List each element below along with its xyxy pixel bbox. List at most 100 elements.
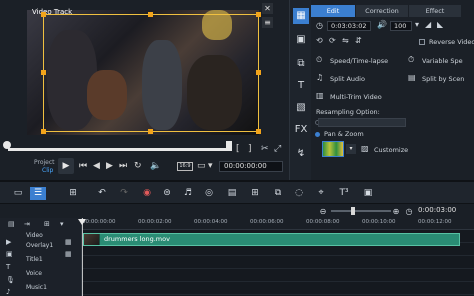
- flip-vertical-icon[interactable]: ⇵: [355, 36, 362, 45]
- volume-icon[interactable]: 🔈: [150, 161, 161, 171]
- track-manager-icon[interactable]: ⊞: [66, 187, 80, 200]
- volume-field[interactable]: 100: [390, 21, 412, 31]
- home-icon[interactable]: ⏮: [79, 161, 87, 171]
- record-capture-icon[interactable]: ◉: [141, 187, 153, 200]
- previous-frame-icon[interactable]: ◀: [93, 161, 100, 171]
- customize-label[interactable]: Customize: [374, 146, 408, 154]
- project-mode-label[interactable]: Project: [34, 159, 55, 166]
- variable-speed-label[interactable]: Variable Spe: [422, 57, 463, 65]
- crop-handle[interactable]: [256, 12, 261, 17]
- crop-handle[interactable]: [256, 70, 261, 75]
- reverse-video-checkbox[interactable]: [419, 39, 425, 45]
- pan-zoom-preset-thumbnail[interactable]: [322, 141, 344, 157]
- split-by-scene-label[interactable]: Split by Scen: [422, 75, 464, 83]
- title-lane[interactable]: [82, 256, 474, 269]
- chevron-down-icon[interactable]: ▾: [60, 220, 64, 228]
- split-clip-icon[interactable]: ✂: [261, 144, 269, 154]
- insert-track-icon[interactable]: ⇥: [24, 220, 30, 228]
- zoom-slider[interactable]: [331, 210, 391, 212]
- zoom-slider-thumb[interactable]: [351, 207, 355, 215]
- pan-zoom-radio[interactable]: [315, 132, 320, 137]
- variable-speed-icon[interactable]: ⏱: [408, 55, 414, 65]
- zoom-timecode[interactable]: 0:00:03:00: [418, 206, 456, 214]
- crop-handle[interactable]: [148, 129, 153, 134]
- crop-handle[interactable]: [256, 129, 261, 134]
- tab-correction[interactable]: Correction: [356, 5, 408, 17]
- play-button[interactable]: ▶: [58, 158, 74, 174]
- duration-field[interactable]: 0:03:03:02: [327, 21, 371, 31]
- video-clip[interactable]: drummers long.mov: [83, 233, 460, 246]
- enlarge-icon[interactable]: ⤢: [274, 144, 281, 154]
- timeline-view-icon[interactable]: ☰: [30, 187, 46, 200]
- track-manager-icon[interactable]: ▤: [8, 220, 15, 228]
- hd-preview-icon[interactable]: ▭: [197, 161, 206, 171]
- timeline-ruler[interactable]: 00:00:00:00 00:00:02:00 00:00:04:00 00:0…: [82, 218, 474, 230]
- crop-frame[interactable]: [43, 14, 259, 132]
- multi-trim-label[interactable]: Multi-Trim Video: [330, 93, 382, 101]
- chevron-down-icon[interactable]: ▾: [346, 144, 356, 154]
- split-screen-icon[interactable]: ⧉: [272, 187, 284, 200]
- media-library-icon[interactable]: ▦: [293, 8, 309, 24]
- grid-icon[interactable]: ▦: [65, 238, 72, 246]
- preview-timecode[interactable]: 00:00:00:00: [219, 161, 283, 172]
- scrub-bar[interactable]: [8, 148, 230, 151]
- zoom-in-icon[interactable]: ⊕: [391, 205, 401, 218]
- grid-icon[interactable]: ▦: [65, 250, 72, 258]
- title-icon[interactable]: T: [293, 78, 309, 94]
- split-audio-label[interactable]: Split Audio: [330, 75, 365, 83]
- flip-horizontal-icon[interactable]: ⇋: [342, 36, 349, 45]
- menu-lines-icon[interactable]: ≡: [262, 17, 273, 28]
- tab-effect[interactable]: Effect: [409, 5, 461, 17]
- music-lane[interactable]: [82, 282, 474, 295]
- clip-mode-label[interactable]: Clip: [42, 167, 53, 174]
- sound-mixer-icon[interactable]: ⊜: [161, 187, 173, 200]
- storyboard-view-icon[interactable]: ▭: [10, 187, 26, 200]
- multi-camera-icon[interactable]: ⊞: [249, 187, 261, 200]
- chevron-down-icon[interactable]: ▾: [208, 161, 213, 171]
- scrub-end-marker[interactable]: [226, 141, 232, 151]
- rotate-right-icon[interactable]: ⟳: [329, 36, 336, 45]
- mark-in-icon[interactable]: [: [236, 144, 240, 154]
- crop-handle[interactable]: [41, 129, 46, 134]
- fade-in-icon[interactable]: ◢: [425, 20, 431, 29]
- transition-icon[interactable]: ⧉: [293, 56, 309, 72]
- close-preview-icon[interactable]: ✕: [262, 3, 273, 14]
- next-frame-icon[interactable]: ▶: [106, 161, 113, 171]
- filter-fx-icon[interactable]: FX: [293, 122, 309, 138]
- chevron-down-icon[interactable]: ▾: [415, 20, 419, 29]
- subtitle-editor-icon[interactable]: ▤: [226, 187, 238, 200]
- playhead-line[interactable]: [82, 218, 83, 296]
- graphic-icon[interactable]: ▧: [293, 100, 309, 116]
- instant-project-icon[interactable]: ▣: [293, 32, 309, 48]
- speed-time-lapse-label[interactable]: Speed/Time-lapse: [330, 57, 388, 65]
- fit-project-icon[interactable]: ◷: [404, 205, 414, 218]
- 3d-title-icon[interactable]: T³: [337, 187, 351, 200]
- crop-handle[interactable]: [148, 12, 153, 17]
- speed-icon[interactable]: ⏲: [316, 55, 322, 65]
- tab-edit[interactable]: Edit: [311, 5, 355, 17]
- split-audio-icon[interactable]: ♫: [316, 73, 323, 82]
- voice-lane[interactable]: [82, 269, 474, 282]
- ripple-edit-icon[interactable]: ⊞: [44, 220, 50, 228]
- crop-handle[interactable]: [41, 12, 46, 17]
- scrub-thumb[interactable]: [3, 141, 11, 149]
- rotate-left-icon[interactable]: ⟲: [316, 36, 323, 45]
- time-remapping-icon[interactable]: ⌖: [315, 187, 327, 200]
- zoom-out-icon[interactable]: ⊖: [318, 205, 328, 218]
- customize-icon[interactable]: ▨: [361, 144, 369, 153]
- crop-handle[interactable]: [41, 70, 46, 75]
- mark-out-icon[interactable]: ]: [248, 144, 252, 154]
- end-icon[interactable]: ⏭: [119, 161, 127, 171]
- path-icon[interactable]: ↯: [293, 146, 309, 162]
- aspect-ratio-button[interactable]: 16:9: [177, 162, 193, 171]
- split-by-scene-icon[interactable]: ▤: [408, 73, 416, 82]
- auto-music-icon[interactable]: ♬: [182, 187, 194, 200]
- multi-trim-icon[interactable]: ▥: [316, 91, 324, 100]
- resampling-dropdown[interactable]: [318, 118, 406, 127]
- repeat-icon[interactable]: ↻: [134, 161, 142, 171]
- motion-tracking-icon[interactable]: ◎: [203, 187, 215, 200]
- video-masking-icon[interactable]: ▣: [362, 187, 374, 200]
- redo-icon[interactable]: ↷: [118, 187, 130, 200]
- undo-icon[interactable]: ↶: [96, 187, 108, 200]
- mask-creator-icon[interactable]: ◌: [293, 187, 305, 200]
